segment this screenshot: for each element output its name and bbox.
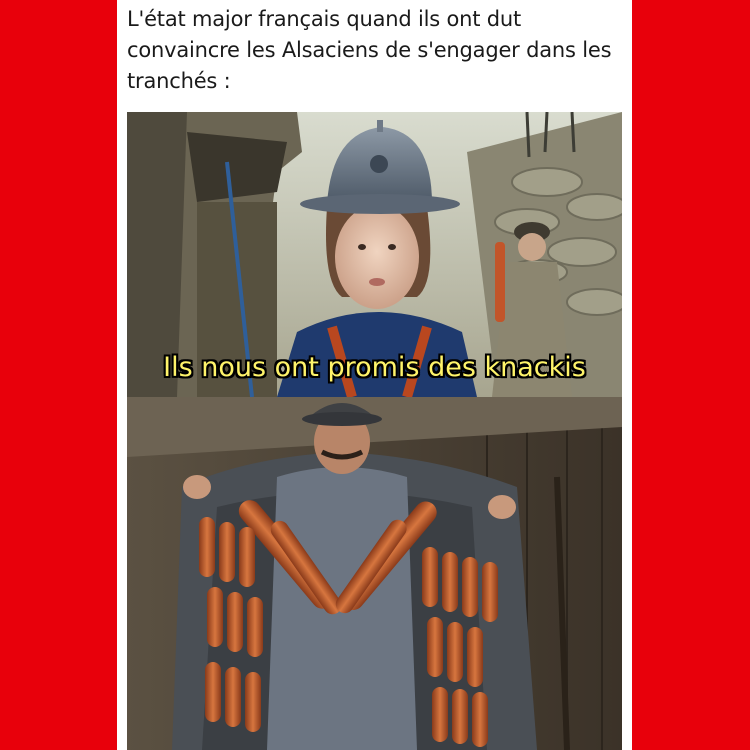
sausage-soldier-photo: [127, 397, 622, 750]
top-image-panel: Ils nous ont promis des knackis: [127, 112, 622, 397]
meme-card: L'état major français quand ils ont dut …: [117, 0, 632, 750]
meme-caption: L'état major français quand ils ont dut …: [127, 7, 612, 93]
bottom-image-panel: [127, 397, 622, 750]
subtitle-text: Ils nous ont promis des knackis: [163, 352, 586, 383]
